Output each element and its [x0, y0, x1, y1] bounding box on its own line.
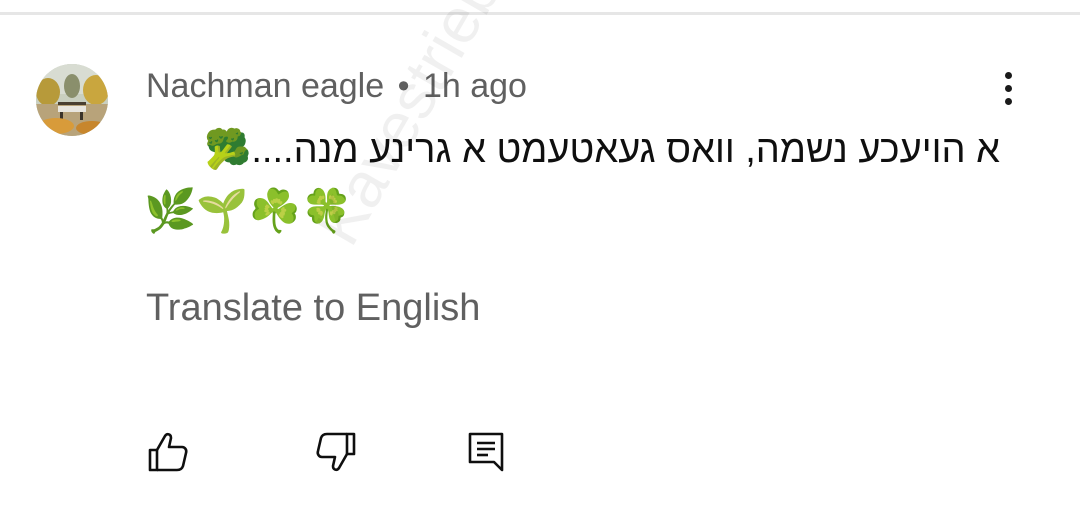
comment-emoji-line: 🌿🌱☘️🍀 [144, 187, 354, 234]
comment-text: א הויעכע נשמה, וואס געאטעמט א גרינע מנה.… [204, 129, 1000, 171]
thumb-up-icon [148, 432, 188, 472]
author-name[interactable]: Nachman eagle [146, 67, 384, 105]
more-vert-icon-dot [1004, 97, 1012, 105]
thumb-down-icon [316, 432, 356, 472]
more-vert-icon-dot [1004, 84, 1012, 92]
more-options-button[interactable] [990, 66, 1026, 110]
top-divider [0, 12, 1080, 15]
like-button[interactable] [144, 428, 192, 476]
dislike-button[interactable] [312, 428, 360, 476]
meta-separator: • [397, 67, 410, 105]
reply-button[interactable] [462, 428, 510, 476]
avatar-image [36, 64, 108, 136]
more-vert-icon [1004, 71, 1012, 79]
translate-link[interactable]: Translate to English [146, 284, 480, 332]
avatar[interactable] [36, 64, 108, 136]
reply-comment-icon [468, 432, 504, 472]
comment-time: 1h ago [422, 67, 527, 105]
comment-meta: Nachman eagle • 1h ago [146, 66, 527, 106]
